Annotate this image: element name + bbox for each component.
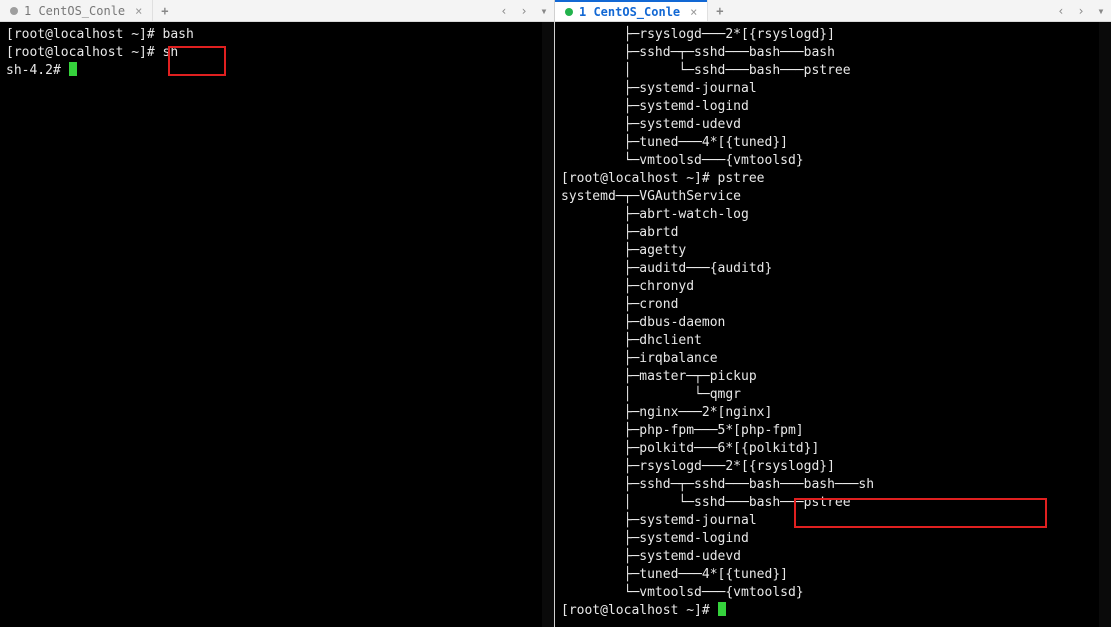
- terminal-line: ├─agetty: [561, 242, 1105, 260]
- terminal-line: ├─abrt-watch-log: [561, 206, 1105, 224]
- left-pane: 1 CentOS_Conle × + ‹ › ▾ [root@localhost…: [0, 0, 555, 627]
- terminal-line: ├─dbus-daemon: [561, 314, 1105, 332]
- terminal-line: ├─auditd───{auditd}: [561, 260, 1105, 278]
- tab-nav-left: ‹ › ▾: [494, 0, 554, 21]
- add-tab-button[interactable]: +: [152, 0, 176, 21]
- close-icon[interactable]: ×: [686, 5, 697, 19]
- add-tab-button[interactable]: +: [707, 0, 731, 21]
- terminal-line: [root@localhost ~]# sh: [6, 44, 548, 62]
- terminal-line: [root@localhost ~]# pstree: [561, 170, 1105, 188]
- terminal-line: [root@localhost ~]# bash: [6, 26, 548, 44]
- terminal-line: ├─systemd-logind: [561, 530, 1105, 548]
- terminal-line: sh-4.2#: [6, 62, 548, 80]
- close-icon[interactable]: ×: [131, 4, 142, 18]
- terminal-line: ├─systemd-journal: [561, 512, 1105, 530]
- terminal-line: ├─php-fpm───5*[php-fpm]: [561, 422, 1105, 440]
- terminal-line: ├─abrtd: [561, 224, 1105, 242]
- terminal-line: [root@localhost ~]#: [561, 602, 1105, 620]
- terminal-line: systemd─┬─VGAuthService: [561, 188, 1105, 206]
- terminal-line: │ └─sshd───bash───pstree: [561, 494, 1105, 512]
- terminal-line: ├─systemd-journal: [561, 80, 1105, 98]
- chevron-left-icon[interactable]: ‹: [494, 0, 514, 21]
- terminal-left[interactable]: [root@localhost ~]# bash[root@localhost …: [0, 22, 554, 627]
- terminal-line: ├─nginx───2*[nginx]: [561, 404, 1105, 422]
- plus-icon: +: [716, 4, 723, 18]
- terminal-line: ├─chronyd: [561, 278, 1105, 296]
- terminal-line: ├─dhclient: [561, 332, 1105, 350]
- scrollbar[interactable]: [542, 22, 554, 627]
- terminal-line: ├─systemd-logind: [561, 98, 1105, 116]
- cursor: [718, 602, 726, 616]
- tab-nav-right: ‹ › ▾: [1051, 0, 1111, 21]
- terminal-line: ├─master─┬─pickup: [561, 368, 1105, 386]
- status-dot-icon: [565, 8, 573, 16]
- tab-centos-right[interactable]: 1 CentOS_Conle ×: [555, 0, 707, 21]
- scrollbar[interactable]: [1099, 22, 1111, 627]
- tab-label: 1 CentOS_Conle: [579, 5, 680, 19]
- right-pane: 1 CentOS_Conle × + ‹ › ▾ ├─rsyslogd───2*…: [555, 0, 1111, 627]
- terminal-right[interactable]: ├─rsyslogd───2*[{rsyslogd}] ├─sshd─┬─ssh…: [555, 22, 1111, 627]
- terminal-line: ├─polkitd───6*[{polkitd}]: [561, 440, 1105, 458]
- chevron-left-icon[interactable]: ‹: [1051, 0, 1071, 21]
- right-tabbar: 1 CentOS_Conle × + ‹ › ▾: [555, 0, 1111, 22]
- terminal-line: ├─tuned───4*[{tuned}]: [561, 566, 1105, 584]
- terminal-line: │ └─qmgr: [561, 386, 1105, 404]
- menu-icon[interactable]: ▾: [534, 0, 554, 21]
- terminal-line: ├─tuned───4*[{tuned}]: [561, 134, 1105, 152]
- terminal-line: ├─rsyslogd───2*[{rsyslogd}]: [561, 26, 1105, 44]
- terminal-line: ├─crond: [561, 296, 1105, 314]
- terminal-line: ├─irqbalance: [561, 350, 1105, 368]
- terminal-line: ├─rsyslogd───2*[{rsyslogd}]: [561, 458, 1105, 476]
- plus-icon: +: [161, 4, 168, 18]
- tab-centos-left[interactable]: 1 CentOS_Conle ×: [0, 0, 152, 21]
- terminal-line: └─vmtoolsd───{vmtoolsd}: [561, 584, 1105, 602]
- tab-label: 1 CentOS_Conle: [24, 4, 125, 18]
- terminal-line: │ └─sshd───bash───pstree: [561, 62, 1105, 80]
- chevron-right-icon[interactable]: ›: [514, 0, 534, 21]
- app-root: 1 CentOS_Conle × + ‹ › ▾ [root@localhost…: [0, 0, 1111, 627]
- terminal-line: ├─systemd-udevd: [561, 116, 1105, 134]
- chevron-right-icon[interactable]: ›: [1071, 0, 1091, 21]
- terminal-line: └─vmtoolsd───{vmtoolsd}: [561, 152, 1105, 170]
- menu-icon[interactable]: ▾: [1091, 0, 1111, 21]
- status-dot-icon: [10, 7, 18, 15]
- terminal-line: ├─systemd-udevd: [561, 548, 1105, 566]
- cursor: [69, 62, 77, 76]
- left-tabbar: 1 CentOS_Conle × + ‹ › ▾: [0, 0, 554, 22]
- terminal-line: ├─sshd─┬─sshd───bash───bash: [561, 44, 1105, 62]
- terminal-line: ├─sshd─┬─sshd───bash───bash───sh: [561, 476, 1105, 494]
